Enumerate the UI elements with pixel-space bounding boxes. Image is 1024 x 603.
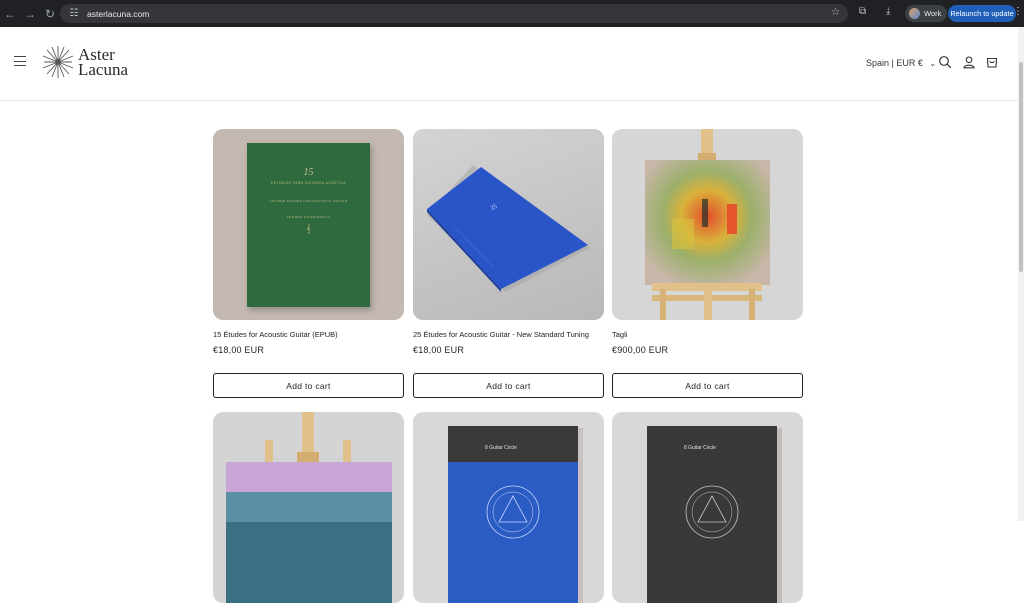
add-to-cart-button[interactable]: Add to cart bbox=[213, 373, 404, 398]
book-illustration bbox=[427, 165, 590, 292]
clef-icon: 𝄞 bbox=[306, 224, 311, 233]
add-to-cart-button[interactable]: Add to cart bbox=[612, 373, 803, 398]
product-image[interactable] bbox=[612, 129, 803, 320]
product-card[interactable]: 15 ESTUDIOS PARA GUITARRA ACÚSTICA FIFTE… bbox=[213, 129, 404, 355]
reload-icon[interactable]: ↻ bbox=[40, 0, 60, 27]
forward-icon[interactable]: → bbox=[20, 0, 40, 27]
account-icon[interactable] bbox=[962, 55, 976, 69]
painting-illustration bbox=[645, 129, 770, 320]
product-price: €18,00 EUR bbox=[213, 345, 265, 355]
url-text: asterlacuna.com bbox=[87, 8, 150, 19]
back-icon[interactable]: ← bbox=[0, 0, 20, 27]
product-card[interactable]: 8 Guitar Circle bbox=[612, 412, 803, 603]
add-to-cart-button[interactable]: Add to cart bbox=[413, 373, 604, 398]
product-image[interactable] bbox=[213, 412, 404, 603]
cover-title: 8 Guitar Circle bbox=[684, 445, 716, 451]
search-icon[interactable] bbox=[938, 55, 952, 69]
avatar bbox=[909, 8, 920, 19]
cover-title: ESTUDIOS PARA GUITARRA ACÚSTICA bbox=[271, 181, 346, 185]
page-scrollbar[interactable] bbox=[1018, 27, 1024, 521]
product-title[interactable]: Tagli bbox=[612, 330, 797, 340]
extensions-icon[interactable]: ⧉ bbox=[859, 6, 866, 17]
scrollbar-thumb[interactable] bbox=[1019, 62, 1023, 272]
menu-hamburger-icon[interactable] bbox=[14, 56, 26, 70]
profile-button[interactable]: Work bbox=[905, 5, 948, 22]
product-card[interactable]: 25 25 Études for Acoustic Guitar - New S… bbox=[413, 129, 604, 355]
cover-author: ANDRÉS CONSTERLLO bbox=[286, 215, 331, 219]
product-card[interactable]: Tagli €900,00 EUR bbox=[612, 129, 803, 355]
locale-selector[interactable]: Spain | EUR € ⌄ bbox=[866, 58, 936, 68]
product-image[interactable]: 8 Guitar Circle bbox=[413, 412, 604, 603]
chevron-down-icon: ⌄ bbox=[929, 59, 937, 68]
book-illustration bbox=[448, 426, 583, 603]
menu-kebab-icon[interactable]: ⋮ bbox=[1013, 6, 1023, 17]
cart-icon[interactable] bbox=[985, 55, 999, 69]
product-card[interactable]: 8 Guitar Circle bbox=[413, 412, 604, 603]
cover-subtitle: FIFTEEN ÉTUDES FOR ACOUSTIC GUITAR bbox=[269, 199, 348, 203]
product-title[interactable]: 15 Études for Acoustic Guitar (EPUB) bbox=[213, 330, 398, 340]
download-icon[interactable]: ⤓ bbox=[886, 6, 890, 17]
product-image[interactable]: 15 ESTUDIOS PARA GUITARRA ACÚSTICA FIFTE… bbox=[213, 129, 404, 320]
site-info-icon[interactable]: ☷ bbox=[65, 8, 83, 19]
relaunch-button[interactable]: Relaunch to update bbox=[948, 5, 1016, 22]
browser-toolbar: ← → ↻ ☷ asterlacuna.com ☆ ⧉ ⤓ Work Relau… bbox=[0, 0, 1024, 27]
book-cover: 15 ESTUDIOS PARA GUITARRA ACÚSTICA FIFTE… bbox=[247, 143, 370, 307]
site-header: Aster Lacuna Spain | EUR € ⌄ bbox=[0, 27, 1024, 101]
product-image[interactable]: 25 bbox=[413, 129, 604, 320]
product-title[interactable]: 25 Études for Acoustic Guitar - New Stan… bbox=[413, 330, 598, 340]
locale-label: Spain | EUR € bbox=[866, 58, 923, 68]
painting-illustration bbox=[226, 412, 392, 603]
site-logo[interactable]: Aster Lacuna bbox=[42, 45, 128, 79]
product-card[interactable] bbox=[213, 412, 404, 603]
star-logo-icon bbox=[42, 46, 74, 78]
address-bar[interactable]: ☷ asterlacuna.com ☆ bbox=[60, 4, 848, 23]
cover-number: 15 bbox=[303, 167, 314, 178]
product-price: €900,00 EUR bbox=[612, 345, 669, 355]
cover-title: 8 Guitar Circle bbox=[485, 445, 517, 451]
product-price: €18,00 EUR bbox=[413, 345, 465, 355]
profile-label: Work bbox=[924, 9, 942, 18]
product-image[interactable]: 8 Guitar Circle bbox=[612, 412, 803, 603]
bookmark-star-icon[interactable]: ☆ bbox=[831, 7, 840, 18]
logo-line-2: Lacuna bbox=[78, 60, 129, 79]
book-illustration bbox=[647, 426, 782, 603]
